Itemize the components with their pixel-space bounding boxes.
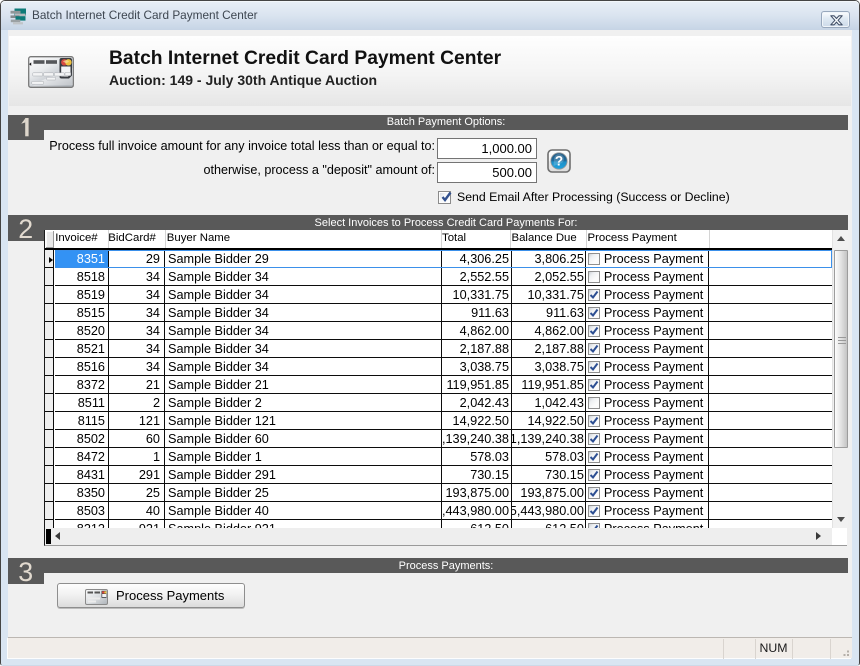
- svg-text:?: ?: [554, 154, 562, 169]
